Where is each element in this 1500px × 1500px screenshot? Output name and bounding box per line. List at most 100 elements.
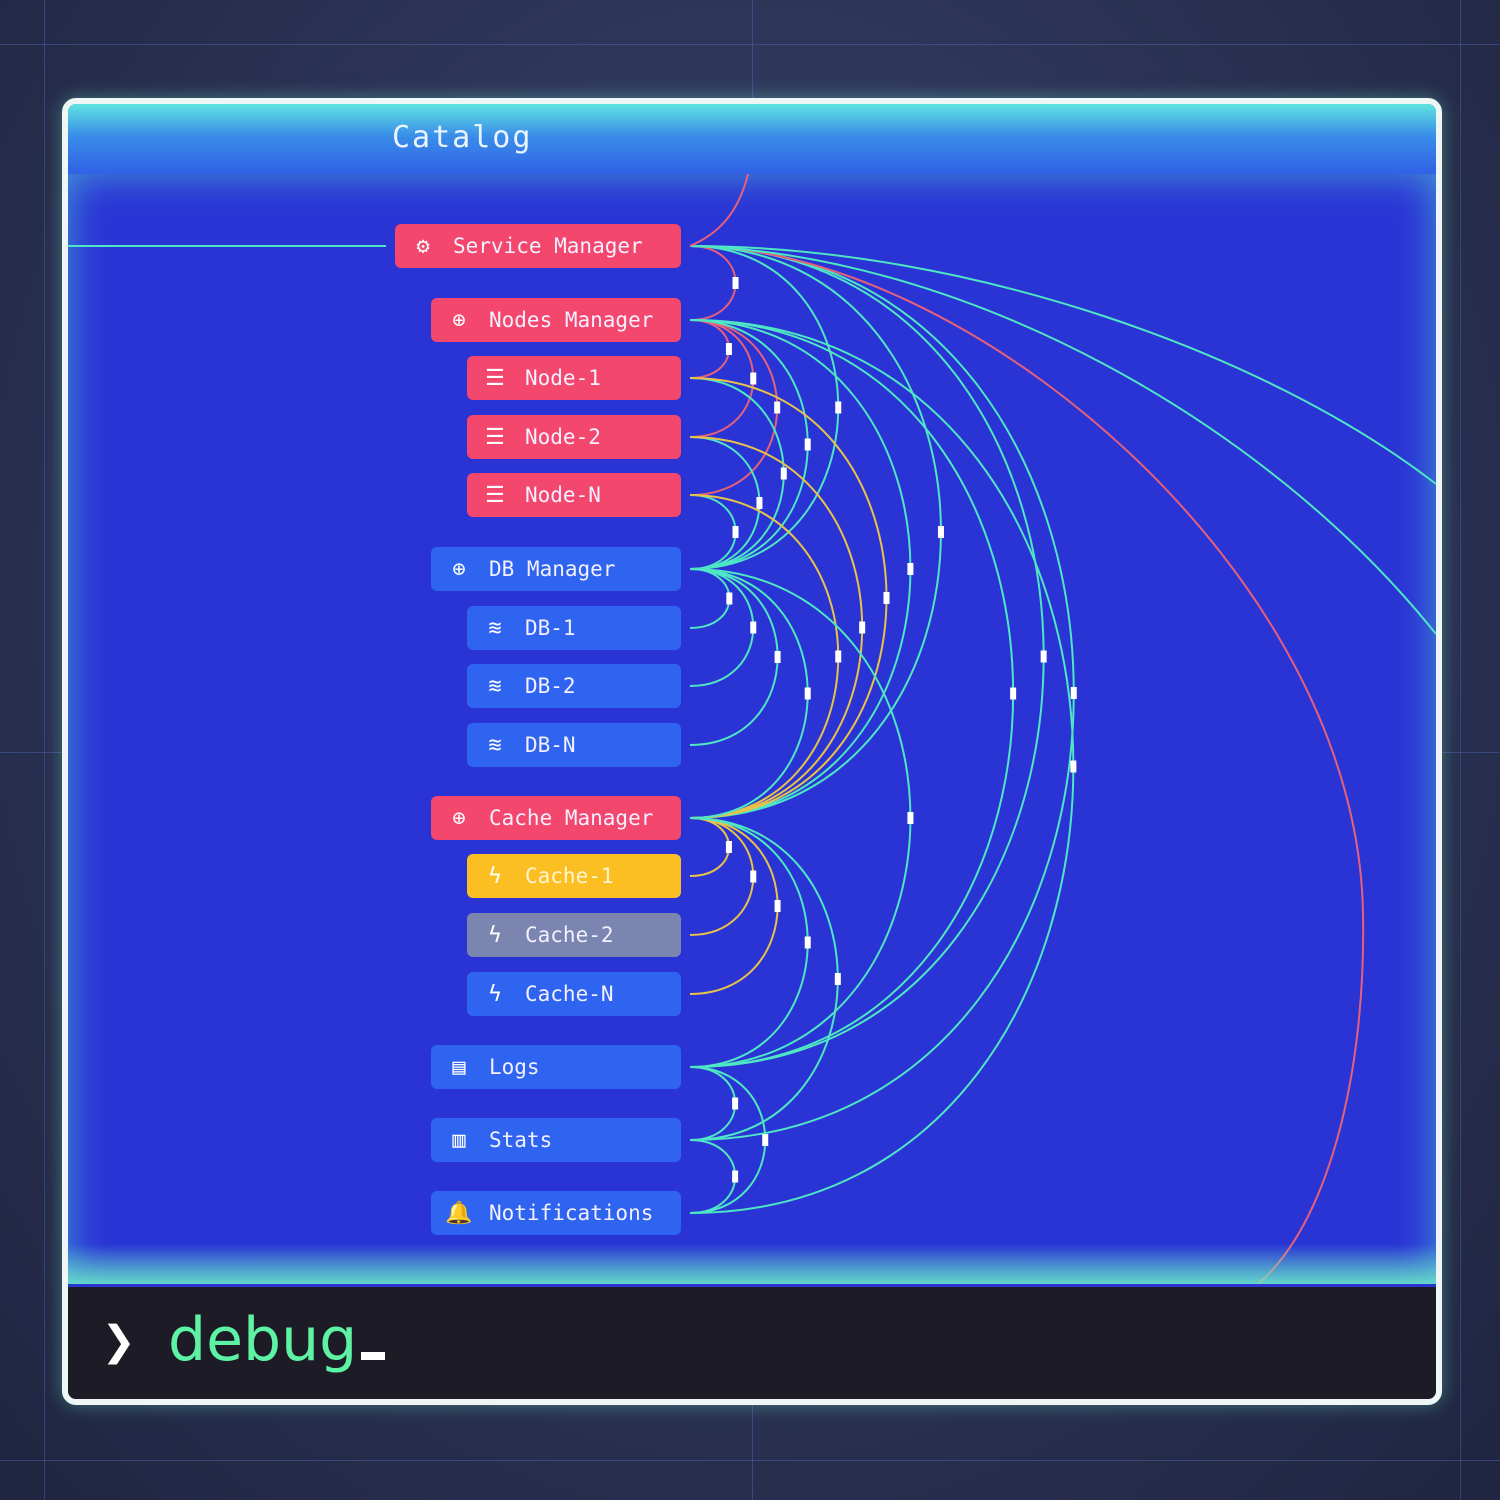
service-graph: ⚙ Service Manager ⊕ Nodes Manager ☰ Node-1 ☰ No… xyxy=(68,174,1436,1284)
edge-marker xyxy=(780,467,787,480)
bolt-icon: ϟ xyxy=(488,981,502,1007)
node-label: Cache-1 xyxy=(525,864,614,888)
window-header: Catalog xyxy=(68,104,1436,174)
edge-db-db1 xyxy=(689,568,731,629)
edge-marker xyxy=(732,277,739,289)
edge-nodes-logs xyxy=(689,319,1014,1068)
edge-nodes-notif xyxy=(689,319,1075,1214)
terminal[interactable]: ❯ debug xyxy=(68,1287,1436,1399)
node-label: Node-N xyxy=(525,483,601,507)
edge-logs-stats xyxy=(689,1066,737,1141)
node-node1[interactable]: ☰ Node-1 xyxy=(467,356,681,400)
node-cache1[interactable]: ϟ Cache-1 xyxy=(467,854,681,898)
edge-stats-notif xyxy=(689,1139,737,1214)
node-label: DB Manager xyxy=(489,557,616,581)
edge-marker xyxy=(725,841,732,853)
edge-service-db xyxy=(689,245,840,570)
node-db1[interactable]: ≋ DB-1 xyxy=(467,606,681,650)
node-label: Logs xyxy=(489,1055,540,1079)
edges-layer xyxy=(68,174,1436,1284)
node-service[interactable]: ⚙ Service Manager xyxy=(395,224,681,268)
edge-marker xyxy=(732,1170,739,1183)
bell-icon: 🔔 xyxy=(445,1200,473,1226)
node-notif[interactable]: 🔔 Notifications xyxy=(431,1191,681,1235)
document-icon: ▤ xyxy=(452,1054,466,1080)
edge-marker xyxy=(732,526,739,538)
database-icon: ≋ xyxy=(488,673,502,699)
bolt-icon: ϟ xyxy=(488,922,502,948)
hub-icon: ⊕ xyxy=(452,805,466,831)
cursor xyxy=(361,1352,386,1360)
edge-marker xyxy=(907,812,914,824)
edge-marker xyxy=(1070,687,1077,699)
node-db2[interactable]: ≋ DB-2 xyxy=(467,664,681,708)
node-db[interactable]: ⊕ DB Manager xyxy=(431,547,681,591)
node-label: Cache-N xyxy=(525,982,614,1006)
edge-cache-cacheN xyxy=(689,817,779,995)
edge-offscreen xyxy=(689,245,1436,485)
bolt-icon: ϟ xyxy=(488,863,502,889)
node-label: Stats xyxy=(489,1128,553,1152)
command-text: debug xyxy=(168,1305,358,1375)
edge-nodes-cache xyxy=(689,319,912,819)
node-nodeN[interactable]: ☰ Node-N xyxy=(467,473,681,517)
edge-offscreen xyxy=(689,174,749,247)
node-label: Node-1 xyxy=(525,366,601,390)
node-label: DB-2 xyxy=(525,674,576,698)
server-icon: ☰ xyxy=(485,482,505,508)
node-label: Notifications xyxy=(489,1201,654,1225)
edge-offscreen xyxy=(689,245,1365,1284)
node-label: Cache-2 xyxy=(525,923,614,947)
edge-marker xyxy=(726,592,733,605)
node-stats[interactable]: ▥ Stats xyxy=(431,1118,681,1162)
edge-marker xyxy=(1070,760,1077,773)
edge-service-logs xyxy=(689,245,1045,1068)
hub-icon: ⊕ xyxy=(452,307,466,333)
edge-marker xyxy=(732,1097,739,1110)
edge-marker xyxy=(750,621,757,634)
edge-marker xyxy=(750,372,757,385)
node-cache[interactable]: ⊕ Cache Manager xyxy=(431,796,681,840)
node-node2[interactable]: ☰ Node-2 xyxy=(467,415,681,459)
edge-marker xyxy=(835,650,842,663)
edge-service-nodes xyxy=(689,245,737,321)
database-icon: ≋ xyxy=(488,615,502,641)
edge-cache-cache1 xyxy=(689,817,730,877)
node-cache2[interactable]: ϟ Cache-2 xyxy=(467,913,681,957)
edge-marker xyxy=(750,870,757,883)
edge-marker xyxy=(1040,650,1047,663)
edge-marker xyxy=(1010,687,1017,700)
node-logs[interactable]: ▤ Logs xyxy=(431,1045,681,1089)
grid-line xyxy=(44,0,45,1500)
edge-marker xyxy=(883,592,890,604)
edge-marker xyxy=(804,936,811,949)
edge-marker xyxy=(756,497,763,509)
node-dbN[interactable]: ≋ DB-N xyxy=(467,723,681,767)
grid-line xyxy=(1460,0,1461,1500)
terminal-input[interactable]: debug xyxy=(168,1305,386,1375)
gear-icon: ⚙ xyxy=(416,233,430,259)
server-icon: ☰ xyxy=(485,424,505,450)
node-label: Cache Manager xyxy=(489,806,654,830)
edge-nodes-nodeN xyxy=(689,319,778,496)
server-icon: ☰ xyxy=(485,365,505,391)
window-title: Catalog xyxy=(392,120,533,155)
edge-db-logs xyxy=(689,568,912,1068)
node-label: DB-1 xyxy=(525,616,576,640)
edge-marker xyxy=(907,563,914,575)
edge-marker xyxy=(774,651,781,663)
edge-marker xyxy=(774,900,781,912)
node-label: Nodes Manager xyxy=(489,308,654,332)
node-cacheN[interactable]: ϟ Cache-N xyxy=(467,972,681,1016)
edge-marker xyxy=(804,687,811,700)
node-nodes[interactable]: ⊕ Nodes Manager xyxy=(431,298,681,342)
edge-nodes-node1 xyxy=(689,319,730,379)
edge-marker xyxy=(762,1134,769,1146)
edge-marker xyxy=(774,401,781,414)
grid-line xyxy=(0,44,1500,45)
hub-icon: ⊕ xyxy=(452,556,466,582)
edge-marker xyxy=(937,526,944,538)
edge-marker xyxy=(725,343,732,355)
edge-nodeN-db xyxy=(689,494,737,570)
grid-line xyxy=(0,1460,1500,1461)
